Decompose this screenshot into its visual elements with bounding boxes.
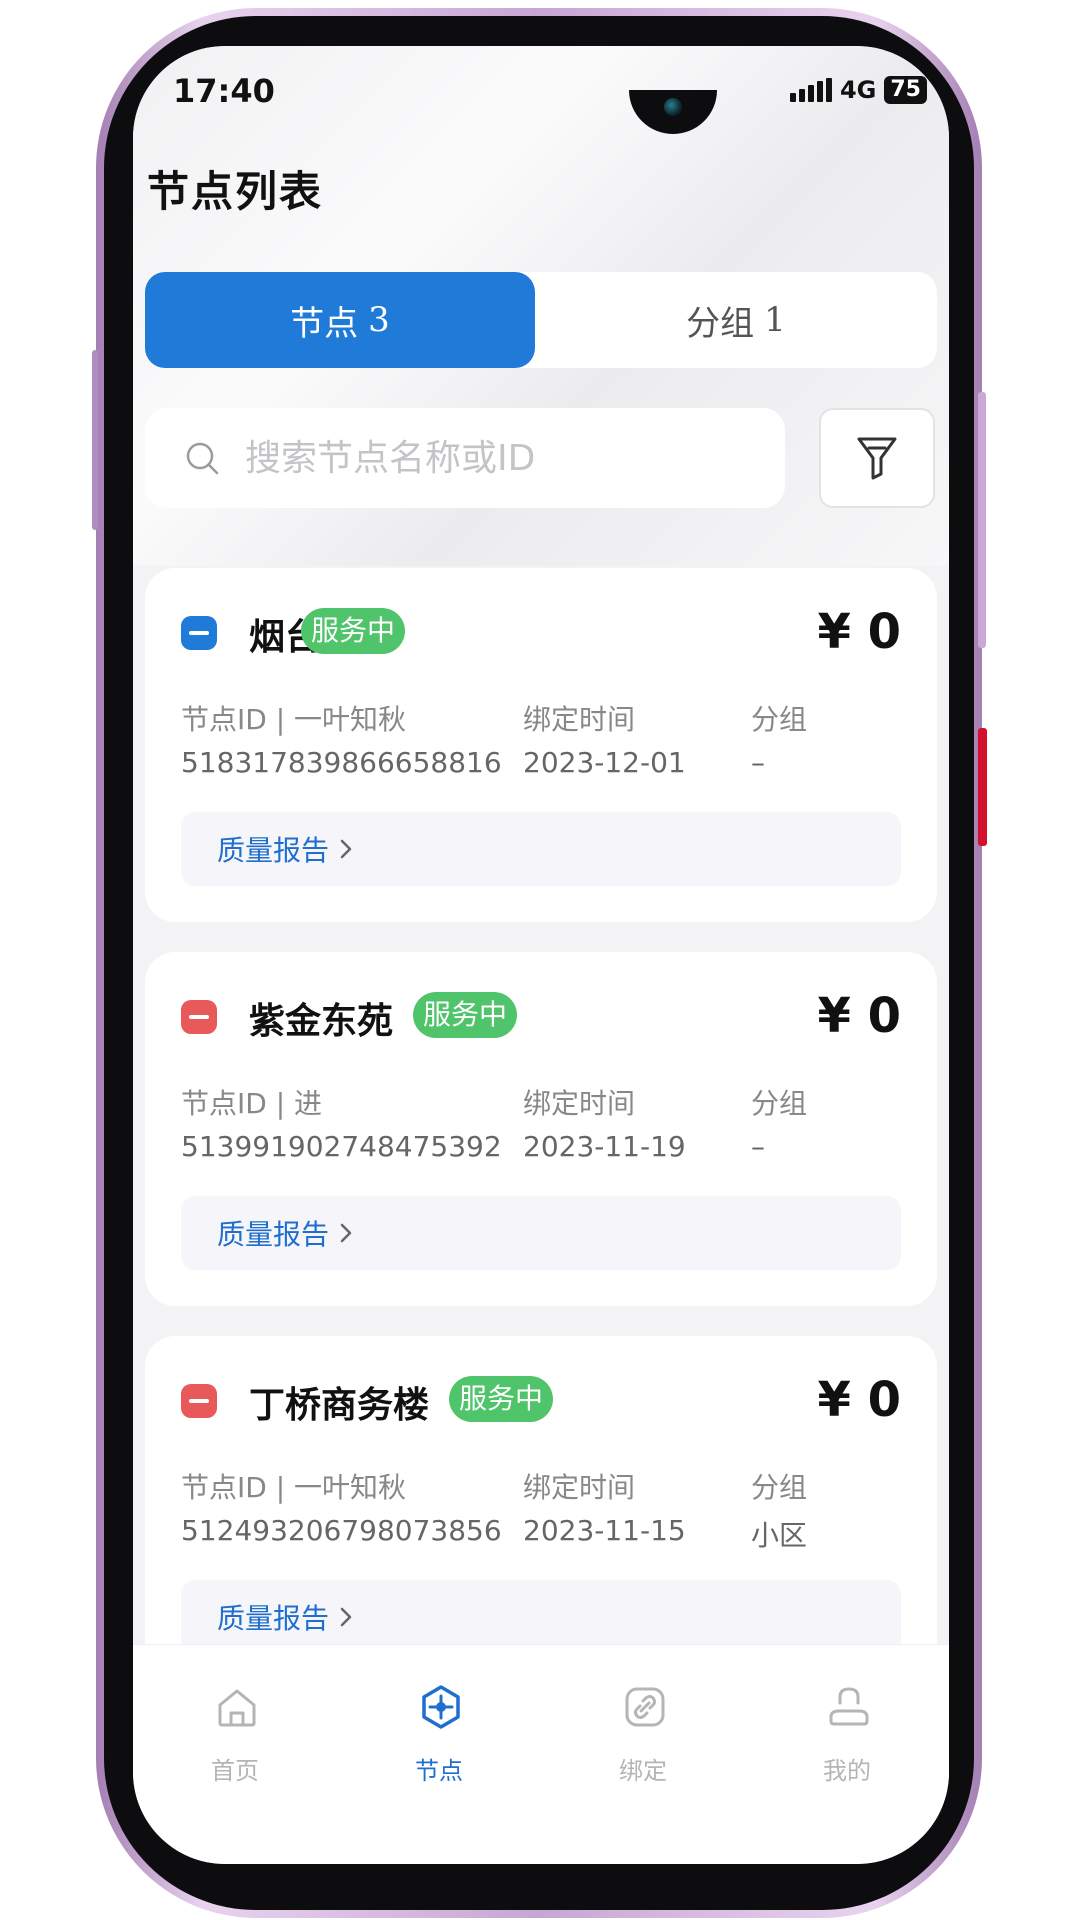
home-icon: [218, 1689, 256, 1727]
nav-bind-label: 绑定: [619, 1757, 667, 1785]
node-type-icon: [181, 616, 217, 650]
quality-report-label: 质量报告: [217, 834, 330, 867]
group-value: –: [751, 1130, 765, 1163]
nav-home-label: 首页: [211, 1757, 259, 1785]
node-id-label: 节点ID | 一叶知秋: [181, 703, 407, 736]
bind-time-value: 2023-11-19: [523, 1130, 686, 1163]
node-id-value: 518317839866658816: [181, 746, 502, 779]
node-name: 丁桥商务楼: [249, 1385, 430, 1426]
group-value: 小区: [751, 1519, 808, 1552]
node-id-label: 节点ID | 进: [181, 1087, 323, 1120]
signal-icon: [789, 78, 832, 102]
search-input[interactable]: [243, 436, 767, 480]
power-button: [978, 728, 987, 846]
node-name: 紫金东苑: [249, 1001, 394, 1042]
tab-groups-label: 分组: [686, 303, 755, 344]
filter-icon: [857, 437, 897, 480]
quality-report-link[interactable]: 质量报告: [181, 812, 901, 886]
bind-time-label: 绑定时间: [523, 703, 636, 736]
group-label: 分组: [751, 1087, 808, 1120]
app-screen: 17:40 4G 75 节点列表 节点 3 分组 1 搜索节点名称或ID 烟台 …: [133, 46, 949, 1864]
filter-button[interactable]: [819, 408, 935, 508]
segment-tabs: 节点 3 分组 1: [145, 272, 937, 368]
tab-groups[interactable]: 分组 1: [535, 272, 937, 368]
quality-report-link[interactable]: 质量报告: [181, 1580, 901, 1646]
tab-nodes-count: 3: [368, 300, 390, 340]
bind-time-label: 绑定时间: [523, 1087, 636, 1120]
nav-home[interactable]: 首页: [133, 1645, 337, 1795]
bottom-navigation: 首页 节点 绑定 我的: [133, 1644, 949, 1864]
node-type-icon: [181, 1000, 217, 1034]
node-id-value: 512493206798073856: [181, 1514, 502, 1547]
node-card[interactable]: 紫金东苑 服务中 ¥ 0 节点ID | 进 绑定时间 分组 5139919027…: [145, 952, 937, 1306]
status-badge: 服务中: [301, 608, 406, 654]
tab-nodes-label: 节点: [290, 303, 359, 344]
nav-bind[interactable]: 绑定: [541, 1645, 745, 1795]
tab-nodes[interactable]: 节点 3: [145, 272, 535, 368]
volume-button: [978, 392, 986, 648]
node-id-label: 节点ID | 一叶知秋: [181, 1471, 407, 1504]
quality-report-link[interactable]: 质量报告: [181, 1196, 901, 1270]
bind-time-value: 2023-11-15: [523, 1514, 686, 1547]
quality-report-label: 质量报告: [217, 1218, 330, 1251]
node-card[interactable]: 丁桥商务楼 服务中 ¥ 0 节点ID | 一叶知秋 绑定时间 分组 512493…: [145, 1336, 937, 1646]
chevron-right-icon: [340, 839, 352, 859]
node-price: ¥ 0: [817, 604, 901, 660]
bind-time-value: 2023-12-01: [523, 746, 686, 779]
group-label: 分组: [751, 1471, 808, 1504]
bind-time-label: 绑定时间: [523, 1471, 636, 1504]
search-icon: [186, 442, 219, 475]
status-time: 17:40: [173, 72, 275, 110]
status-badge: 服务中: [449, 1376, 554, 1422]
nav-nodes[interactable]: 节点: [337, 1645, 541, 1795]
chevron-right-icon: [340, 1223, 352, 1243]
network-type: 4G: [839, 76, 877, 104]
side-button-left: [92, 350, 98, 530]
link-icon: [625, 1687, 665, 1727]
nav-me[interactable]: 我的: [745, 1645, 949, 1795]
front-camera: [664, 98, 682, 116]
tab-groups-count: 1: [764, 300, 786, 340]
status-indicators: 4G 75: [789, 76, 927, 104]
status-badge: 服务中: [413, 992, 518, 1038]
node-price: ¥ 0: [817, 988, 901, 1044]
nav-nodes-label: 节点: [415, 1757, 463, 1785]
chevron-right-icon: [340, 1607, 352, 1627]
search-bar: [145, 408, 785, 508]
node-price: ¥ 0: [817, 1372, 901, 1428]
battery-level: 75: [890, 77, 921, 102]
node-id-value: 513991902748475392: [181, 1130, 502, 1163]
group-label: 分组: [751, 703, 808, 736]
quality-report-label: 质量报告: [217, 1602, 330, 1635]
node-card[interactable]: 烟台 服务中 ¥ 0 节点ID | 一叶知秋 绑定时间 分组 518317839…: [145, 568, 937, 922]
nav-me-label: 我的: [823, 1757, 871, 1785]
group-value: –: [751, 746, 765, 779]
battery-icon: 75: [884, 76, 927, 104]
user-icon: [829, 1687, 869, 1726]
node-icon: [422, 1685, 460, 1729]
node-list: 烟台 服务中 ¥ 0 节点ID | 一叶知秋 绑定时间 分组 518317839…: [145, 568, 937, 1646]
page-title: 节点列表: [147, 167, 324, 216]
node-type-icon: [181, 1384, 217, 1418]
